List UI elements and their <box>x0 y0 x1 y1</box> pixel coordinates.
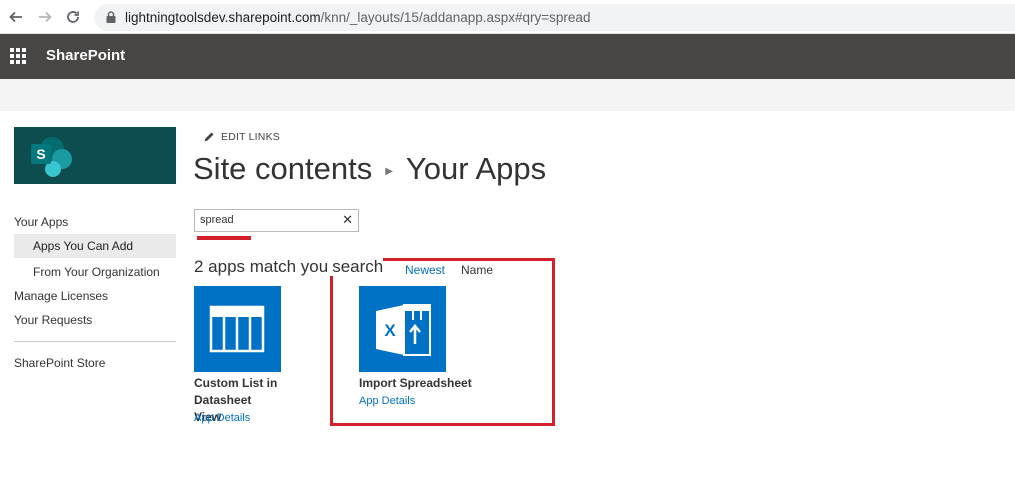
forward-button[interactable] <box>35 7 55 27</box>
edit-links[interactable]: EDIT LINKS <box>203 131 280 143</box>
breadcrumb-your-apps: Your Apps <box>405 151 547 186</box>
nav-manage-licenses[interactable]: Manage Licenses <box>14 284 108 308</box>
sharepoint-logo-icon: S <box>31 137 72 177</box>
url-path: /knn/_layouts/15/addanapp.aspx#qry=sprea… <box>320 10 591 25</box>
arrow-right-icon <box>39 11 52 23</box>
breadcrumb-separator-icon: ▶ <box>385 165 393 177</box>
lock-icon <box>106 11 116 23</box>
nav-divider <box>14 341 176 342</box>
nav-sharepoint-store[interactable]: SharePoint Store <box>14 351 105 375</box>
svg-text:S: S <box>36 146 45 162</box>
app-tile-custom-list[interactable] <box>194 286 281 372</box>
app-details-link-custom-list[interactable]: App Details <box>194 412 250 424</box>
back-button[interactable] <box>6 7 26 27</box>
results-count: 2 apps match you search <box>194 257 384 277</box>
datasheet-icon <box>209 305 265 353</box>
results-count-text: 2 apps match you <box>194 257 329 276</box>
arrow-left-icon <box>9 11 22 23</box>
annotation-highlight-box <box>330 258 555 426</box>
page-title: Site contents ▶ Your Apps <box>193 151 546 187</box>
nav-apps-you-can-add[interactable]: Apps You Can Add <box>14 234 176 258</box>
nav-your-apps[interactable]: Your Apps <box>14 210 68 234</box>
results-count-tail: search <box>328 257 384 276</box>
search-input[interactable]: spread ✕ <box>194 209 359 232</box>
clear-search-icon[interactable]: ✕ <box>342 213 353 227</box>
browser-toolbar: lightningtoolsdev.sharepoint.com/knn/_la… <box>0 0 1015 34</box>
pencil-icon <box>204 132 214 142</box>
command-strip <box>0 79 1015 111</box>
app-launcher-icon[interactable] <box>10 48 26 64</box>
reload-icon <box>67 11 79 23</box>
edit-links-label: EDIT LINKS <box>221 131 280 143</box>
reload-button[interactable] <box>63 7 83 27</box>
url-host: lightningtoolsdev.sharepoint.com <box>125 10 321 25</box>
address-bar[interactable]: lightningtoolsdev.sharepoint.com/knn/_la… <box>94 4 1015 31</box>
annotation-underline <box>197 236 251 240</box>
nav-from-your-organization[interactable]: From Your Organization <box>33 260 160 284</box>
nav-your-requests[interactable]: Your Requests <box>14 308 92 332</box>
search-input-value: spread <box>200 214 234 226</box>
url-text: lightningtoolsdev.sharepoint.com/knn/_la… <box>125 10 590 25</box>
site-logo[interactable]: S <box>14 127 176 184</box>
breadcrumb-site-contents[interactable]: Site contents <box>193 151 372 187</box>
suite-title[interactable]: SharePoint <box>46 47 125 64</box>
suite-bar: SharePoint <box>0 34 1015 79</box>
app-name-line1: Custom List in Datasheet <box>194 376 278 407</box>
